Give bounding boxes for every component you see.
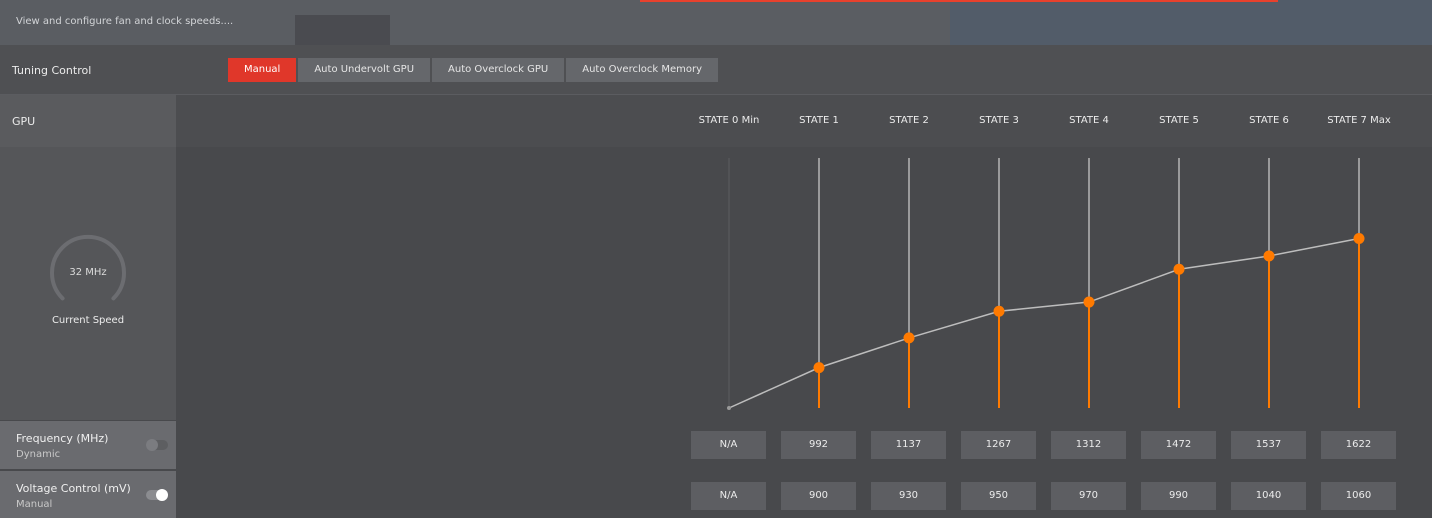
state-handle[interactable]	[1173, 263, 1185, 275]
state-handle	[727, 406, 731, 410]
frequency-toggle[interactable]	[146, 439, 168, 451]
voltage-toggle[interactable]	[146, 489, 168, 501]
voltage-input[interactable]: 970	[1051, 482, 1126, 510]
voltage-title: Voltage Control (mV)	[16, 482, 131, 495]
state-handle[interactable]	[993, 305, 1005, 317]
frequency-control-row: Frequency (MHz) Dynamic	[0, 421, 176, 469]
voltage-input[interactable]: 1040	[1231, 482, 1306, 510]
voltage-input[interactable]: 950	[961, 482, 1036, 510]
voltage-input[interactable]: 900	[781, 482, 856, 510]
frequency-input[interactable]: 1137	[871, 431, 946, 459]
frequency-input[interactable]: 1537	[1231, 431, 1306, 459]
voltage-input[interactable]: 1060	[1321, 482, 1396, 510]
frequency-input[interactable]: 1312	[1051, 431, 1126, 459]
voltage-mode: Manual	[16, 499, 53, 510]
state-handle[interactable]	[813, 362, 825, 374]
frequency-input[interactable]: 1267	[961, 431, 1036, 459]
voltage-control-row: Voltage Control (mV) Manual	[0, 471, 176, 518]
toggle-knob	[156, 489, 168, 501]
voltage-input: N/A	[691, 482, 766, 510]
frequency-title: Frequency (MHz)	[16, 432, 109, 445]
frequency-input: N/A	[691, 431, 766, 459]
voltage-input[interactable]: 990	[1141, 482, 1216, 510]
frequency-input[interactable]: 1472	[1141, 431, 1216, 459]
frequency-mode: Dynamic	[16, 449, 61, 460]
frequency-input[interactable]: 1622	[1321, 431, 1396, 459]
frequency-input[interactable]: 992	[781, 431, 856, 459]
state-handle[interactable]	[1353, 233, 1365, 245]
state-handle[interactable]	[1263, 250, 1275, 262]
state-handle[interactable]	[903, 332, 915, 344]
curve-line	[728, 237, 1360, 409]
toggle-knob	[146, 439, 158, 451]
state-handle[interactable]	[1083, 296, 1095, 308]
voltage-input[interactable]: 930	[871, 482, 946, 510]
